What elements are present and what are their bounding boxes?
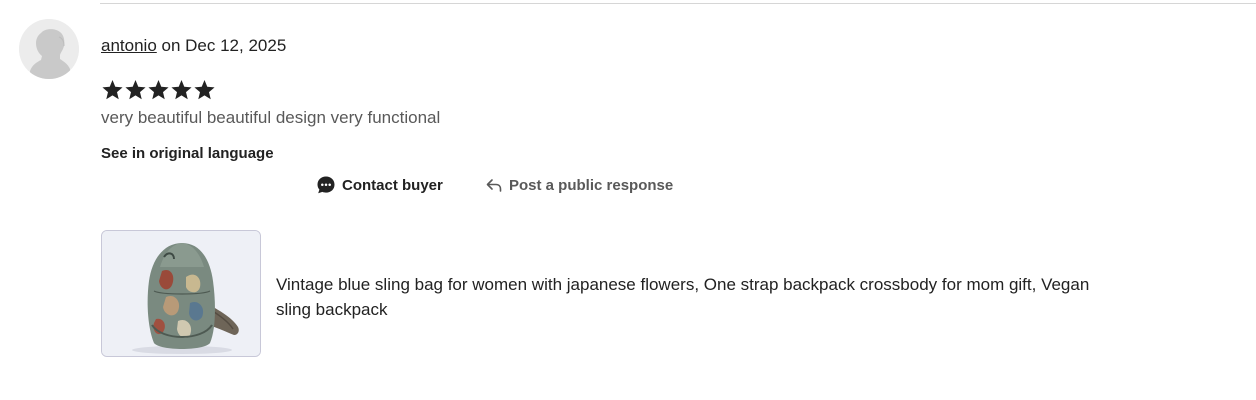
product-thumbnail[interactable] (101, 230, 261, 357)
contact-buyer-label: Contact buyer (342, 176, 443, 194)
star-icon (171, 79, 192, 100)
chat-bubble-icon (317, 176, 335, 194)
star-icon (148, 79, 169, 100)
default-user-avatar-icon (19, 19, 79, 79)
sling-backpack-image (102, 231, 260, 356)
reviewer-line: antonio on Dec 12, 2025 (101, 36, 286, 56)
post-public-response-label: Post a public response (509, 176, 674, 194)
reviewer-name-link[interactable]: antonio (101, 36, 157, 55)
star-icon (194, 79, 215, 100)
star-icon (102, 79, 123, 100)
reply-arrow-icon (486, 179, 502, 192)
reviewer-avatar[interactable] (19, 19, 79, 79)
review-text: very beautiful beautiful design very fun… (101, 108, 441, 127)
see-original-language-link[interactable]: See in original language (101, 145, 274, 163)
review-date: on Dec 12, 2025 (161, 36, 287, 55)
contact-buyer-button[interactable]: Contact buyer (316, 174, 443, 196)
star-rating (101, 78, 216, 102)
top-divider (100, 3, 1256, 4)
post-public-response-button[interactable]: Post a public response (485, 174, 673, 196)
star-icon (125, 79, 146, 100)
product-title-link[interactable]: Vintage blue sling bag for women with ja… (276, 272, 1106, 322)
